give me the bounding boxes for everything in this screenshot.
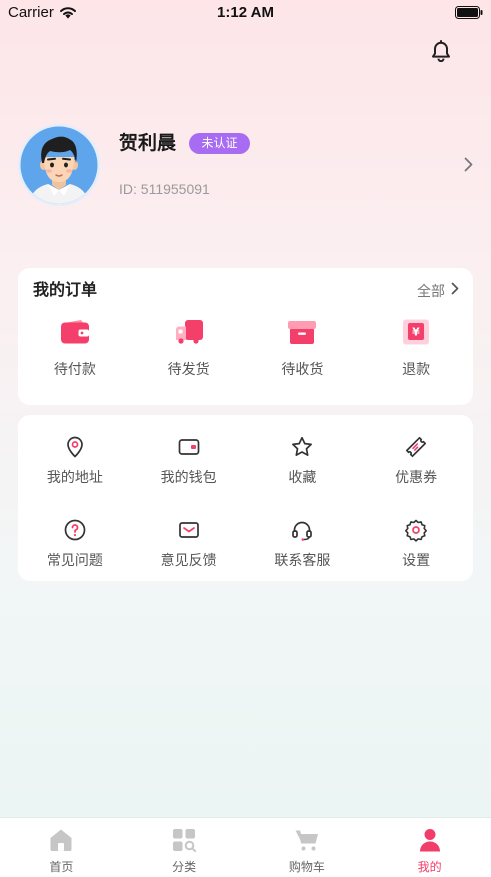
delivery-truck-icon [174, 318, 204, 346]
bottom-tab-bar: 首页 分类 购物车 我的 [0, 818, 491, 877]
tab-mine[interactable]: 我的 [368, 818, 491, 877]
order-item-label: 待发货 [167, 361, 210, 377]
service-faq[interactable]: 常见问题 [18, 519, 132, 570]
tab-label: 购物车 [288, 860, 325, 874]
service-label: 意见反馈 [160, 552, 217, 568]
cart-icon [294, 827, 320, 853]
bell-icon[interactable] [431, 40, 451, 63]
verification-badge[interactable]: 未认证 [189, 133, 250, 154]
avatar[interactable] [18, 124, 100, 206]
services-card: 我的地址 我的钱包 收藏 优惠券 常见问题 意见反馈 联系客服 设置 [18, 415, 473, 581]
view-all-label: 全部 [417, 283, 445, 299]
service-label: 常见问题 [46, 552, 103, 568]
service-favorites[interactable]: 收藏 [246, 436, 360, 487]
status-time: 1:12 AM [217, 4, 274, 21]
battery-icon [455, 6, 483, 19]
coupon-icon [404, 436, 428, 458]
chevron-right-icon [451, 282, 459, 300]
service-coupons[interactable]: 优惠券 [359, 436, 473, 487]
service-label: 设置 [402, 552, 431, 568]
order-refund[interactable]: ¥ 退款 [359, 318, 473, 379]
service-customer-support[interactable]: 联系客服 [246, 519, 360, 570]
package-box-icon [287, 318, 317, 346]
service-label: 我的钱包 [160, 469, 217, 485]
services-row: 我的地址 我的钱包 收藏 优惠券 [18, 436, 473, 487]
person-icon [417, 827, 443, 853]
order-pending-shipment[interactable]: 待发货 [132, 318, 246, 379]
tab-label: 分类 [172, 860, 197, 874]
gear-icon [404, 519, 428, 542]
order-item-label: 待收货 [281, 361, 324, 377]
wallet-icon [60, 318, 90, 346]
order-pending-payment[interactable]: 待付款 [18, 318, 132, 379]
order-status-row: 待付款 待发货 待收货 ¥ 退款 [18, 318, 473, 379]
service-my-address[interactable]: 我的地址 [18, 436, 132, 487]
order-item-label: 退款 [402, 361, 431, 377]
wallet-outline-icon [177, 436, 201, 458]
star-icon [290, 436, 314, 458]
profile-header[interactable]: 贺利晨 未认证 ID: 511955091 [0, 118, 491, 214]
service-feedback[interactable]: 意见反馈 [132, 519, 246, 570]
view-all-orders-link[interactable]: 全部 [417, 281, 459, 301]
location-pin-icon [63, 436, 87, 458]
envelope-icon [177, 519, 201, 541]
tab-category[interactable]: 分类 [123, 818, 246, 877]
order-pending-receipt[interactable]: 待收货 [246, 318, 360, 379]
chevron-right-icon[interactable] [464, 157, 473, 172]
refund-icon: ¥ [401, 318, 431, 346]
order-item-label: 待付款 [53, 361, 96, 377]
orders-title: 我的订单 [33, 282, 98, 299]
yen-symbol: ¥ [412, 326, 420, 339]
services-row: 常见问题 意见反馈 联系客服 设置 [18, 519, 473, 570]
orders-card: 我的订单 全部 待付款 待发货 待收货 ¥ 退款 [18, 268, 473, 405]
service-settings[interactable]: 设置 [359, 519, 473, 570]
question-circle-icon [63, 519, 87, 541]
tab-home[interactable]: 首页 [0, 818, 123, 877]
user-name: 贺利晨 [119, 133, 177, 154]
service-label: 我的地址 [46, 469, 103, 485]
home-icon [48, 827, 74, 853]
service-label: 联系客服 [274, 552, 331, 568]
service-label: 收藏 [288, 469, 317, 485]
service-label: 优惠券 [395, 469, 438, 485]
tab-label: 首页 [49, 860, 74, 874]
category-search-icon [171, 827, 197, 853]
headset-icon [290, 519, 314, 541]
service-my-wallet[interactable]: 我的钱包 [132, 436, 246, 487]
tab-label: 我的 [417, 860, 442, 874]
tab-cart[interactable]: 购物车 [246, 818, 369, 877]
user-id: ID: 511955091 [119, 181, 210, 197]
